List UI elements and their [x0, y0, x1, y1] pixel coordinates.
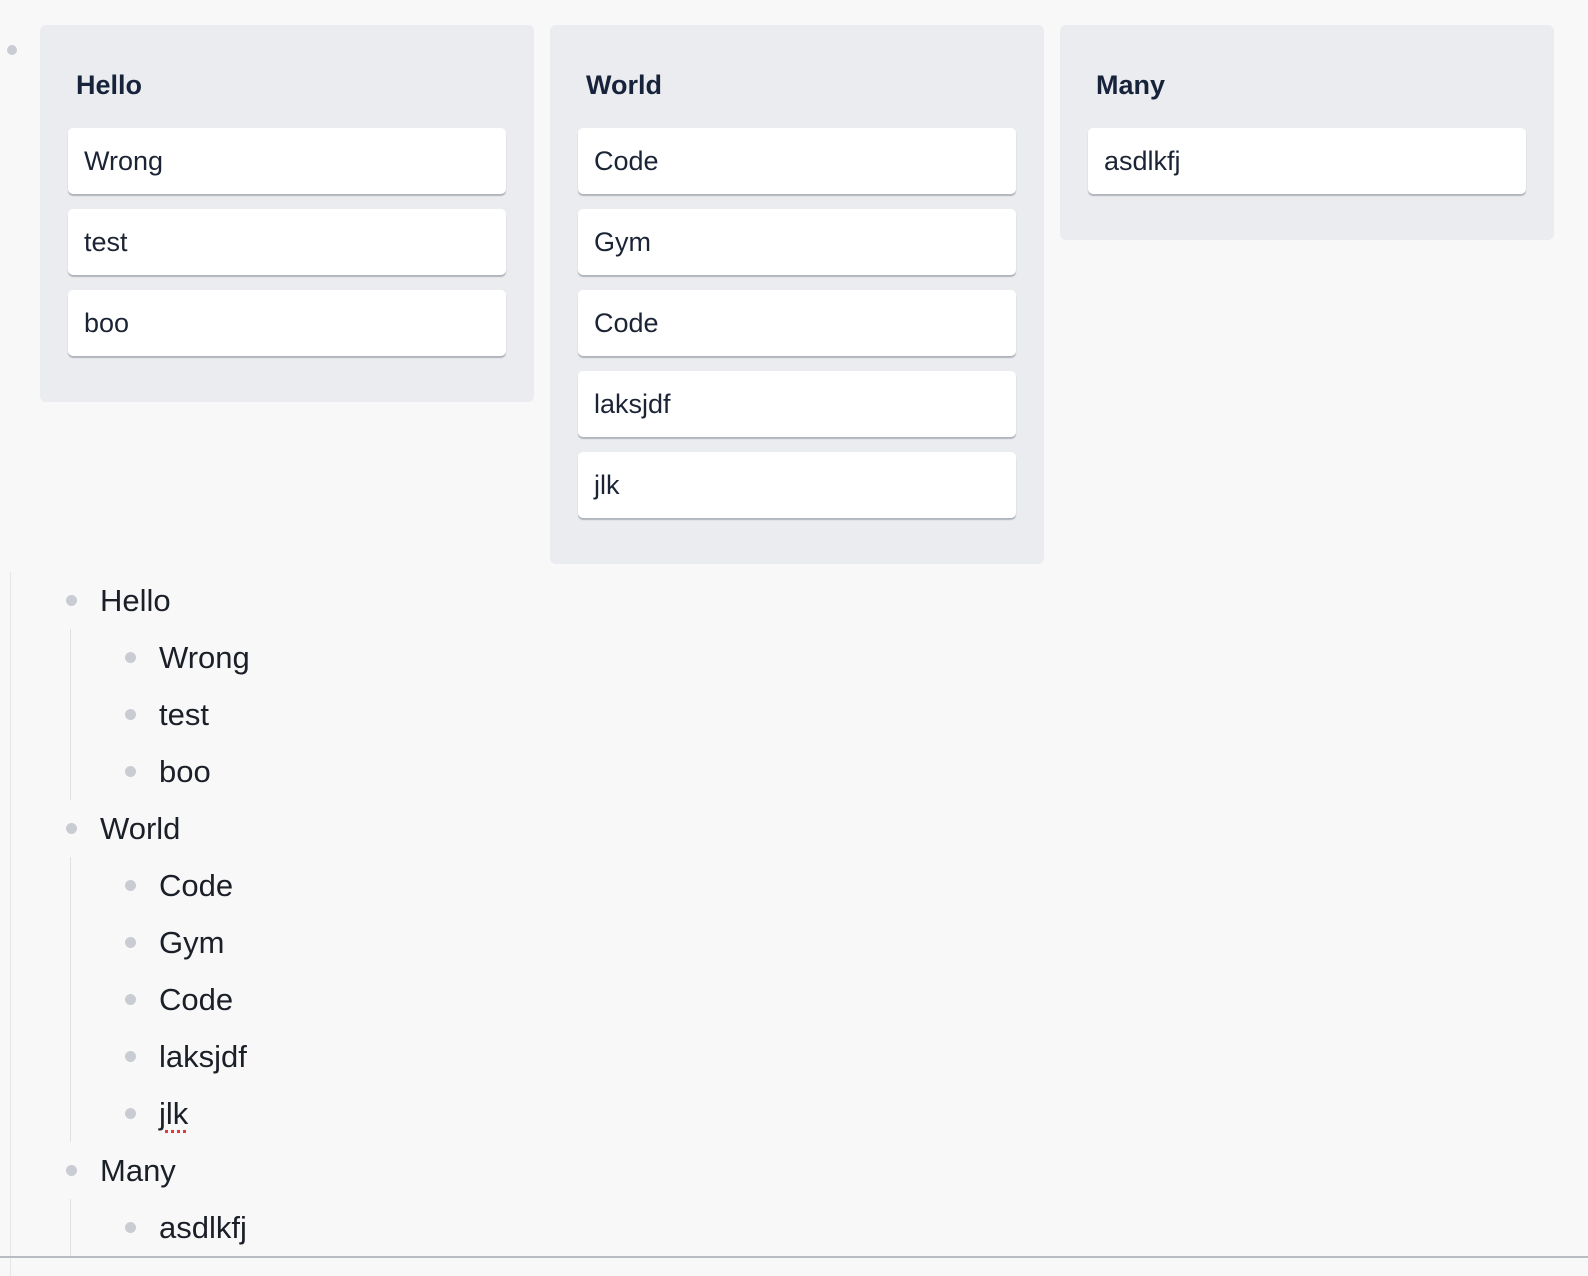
outline-child-item[interactable]: boo: [71, 743, 1571, 800]
board-block-bullet[interactable]: [7, 45, 17, 55]
outline-child-item[interactable]: Code: [71, 857, 1571, 914]
outline-section-many: Many asdlkfj: [11, 1142, 1571, 1256]
outline-list: Hello Wrong test boo World Code Gym Code…: [10, 572, 1571, 1276]
board-card[interactable]: asdlkfj: [1088, 128, 1526, 194]
outline-item-label[interactable]: Wrong: [159, 640, 250, 676]
outline-item[interactable]: World: [11, 800, 1571, 857]
outline-item[interactable]: Many: [11, 1142, 1571, 1199]
bullet-icon[interactable]: [125, 652, 136, 663]
outline-item-label[interactable]: Code: [159, 982, 233, 1018]
bullet-icon[interactable]: [125, 766, 136, 777]
board-card[interactable]: Gym: [578, 209, 1016, 275]
bullet-icon[interactable]: [125, 1051, 136, 1062]
bullet-icon[interactable]: [66, 823, 77, 834]
board-card[interactable]: test: [68, 209, 506, 275]
board-card[interactable]: Code: [578, 290, 1016, 356]
outline-section-world: World Code Gym Code laksjdf jlk: [11, 800, 1571, 1142]
column-title[interactable]: Hello: [68, 65, 506, 105]
bullet-icon[interactable]: [125, 937, 136, 948]
outline-section-hello: Hello Wrong test boo: [11, 572, 1571, 800]
outline-item[interactable]: Hello: [11, 572, 1571, 629]
outline-item-label[interactable]: Many: [100, 1153, 176, 1189]
kanban-board: Hello Wrong test boo World Code Gym Code…: [40, 25, 1554, 564]
outline-child-item[interactable]: laksjdf: [71, 1028, 1571, 1085]
outline-children: Code Gym Code laksjdf jlk: [70, 857, 1571, 1142]
outline-children: asdlkfj: [70, 1199, 1571, 1256]
outline-item-label[interactable]: Code: [159, 868, 233, 904]
outline-item-label[interactable]: jlk: [159, 1096, 188, 1132]
bullet-icon[interactable]: [66, 1165, 77, 1176]
outline-children: Wrong test boo: [70, 629, 1571, 800]
outline-child-item[interactable]: asdlkfj: [71, 1199, 1571, 1256]
outline-child-item[interactable]: Code: [71, 971, 1571, 1028]
outline-item-label[interactable]: Gym: [159, 925, 224, 961]
window-bottom-border: [0, 1256, 1588, 1258]
bullet-icon[interactable]: [125, 1222, 136, 1233]
board-card[interactable]: Code: [578, 128, 1016, 194]
board-column-many: Many asdlkfj: [1060, 25, 1554, 240]
board-card[interactable]: Wrong: [68, 128, 506, 194]
bullet-icon[interactable]: [66, 595, 77, 606]
board-column-hello: Hello Wrong test boo: [40, 25, 534, 402]
outline-child-item[interactable]: Wrong: [71, 629, 1571, 686]
bullet-icon[interactable]: [125, 994, 136, 1005]
outline-item-label[interactable]: boo: [159, 754, 211, 790]
outline-child-item[interactable]: Gym: [71, 914, 1571, 971]
board-card[interactable]: boo: [68, 290, 506, 356]
column-title[interactable]: World: [578, 65, 1016, 105]
board-card[interactable]: jlk: [578, 452, 1016, 518]
bullet-icon[interactable]: [125, 880, 136, 891]
board-column-world: World Code Gym Code laksjdf jlk: [550, 25, 1044, 564]
bullet-icon[interactable]: [125, 1108, 136, 1119]
outline-child-item[interactable]: jlk: [71, 1085, 1571, 1142]
outline-item-label[interactable]: World: [100, 811, 180, 847]
column-title[interactable]: Many: [1088, 65, 1526, 105]
board-card[interactable]: laksjdf: [578, 371, 1016, 437]
outline-item-label[interactable]: asdlkfj: [159, 1210, 247, 1246]
outline-item-label[interactable]: laksjdf: [159, 1039, 247, 1075]
outline-item-label[interactable]: Hello: [100, 583, 171, 619]
bullet-icon[interactable]: [125, 709, 136, 720]
outline-item-label[interactable]: test: [159, 697, 209, 733]
outline-child-item[interactable]: test: [71, 686, 1571, 743]
